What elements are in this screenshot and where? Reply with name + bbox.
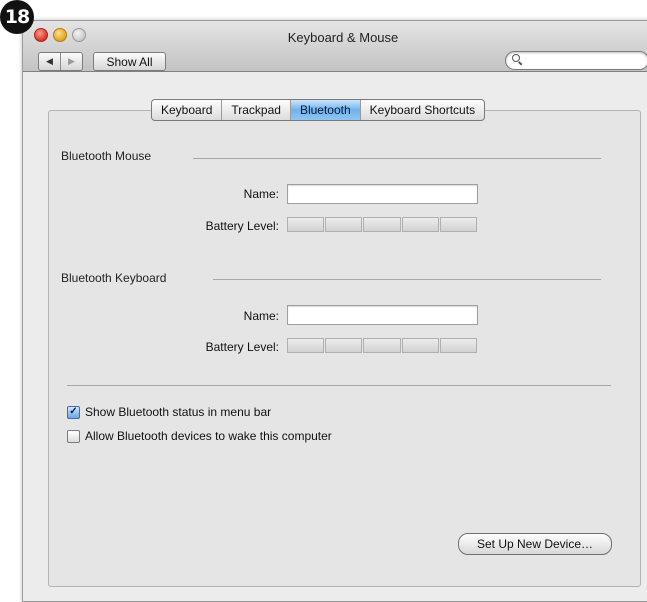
set-up-new-device-button[interactable]: Set Up New Device… [458,533,612,555]
keyboard-section-label: Bluetooth Keyboard [61,271,167,285]
keyboard-section-divider [213,279,601,280]
tab-bluetooth[interactable]: Bluetooth [289,100,360,120]
mouse-section-divider [193,158,601,159]
battery-cell [439,338,478,353]
battery-cell [363,217,401,232]
mouse-section-label: Bluetooth Mouse [61,149,152,163]
wake-computer-option[interactable]: Allow Bluetooth devices to wake this com… [67,429,332,443]
checkmark-icon: ✓ [69,406,78,417]
tab-keyboard-shortcuts[interactable]: Keyboard Shortcuts [359,100,484,120]
show-all-button[interactable]: Show All [93,52,166,71]
navigation-segmented-control: ◀ ▶ [38,52,83,71]
forward-arrow-icon[interactable]: ▶ [60,53,82,70]
mouse-name-field[interactable] [287,184,478,204]
tab-keyboard[interactable]: Keyboard [152,100,221,120]
battery-cell [325,338,363,353]
show-status-option[interactable]: ✓ Show Bluetooth status in menu bar [67,405,271,419]
mouse-battery-label: Battery Level: [205,219,279,233]
preference-tabs: Keyboard Trackpad Bluetooth Keyboard Sho… [151,99,486,121]
search-field[interactable] [505,51,647,70]
window-title: Keyboard & Mouse [287,30,399,45]
options-divider [67,385,611,386]
window-toolbar: Keyboard & Mouse ◀ ▶ Show All [23,21,647,72]
battery-cell [363,338,401,353]
keyboard-name-field[interactable] [287,305,478,325]
show-status-checkbox[interactable]: ✓ [67,405,80,419]
battery-cell [439,217,478,232]
battery-cell [325,217,363,232]
preferences-window: Keyboard & Mouse ◀ ▶ Show All Keyboard T… [22,20,647,602]
search-icon [512,54,520,62]
wake-computer-checkbox[interactable] [67,429,80,443]
tab-trackpad[interactable]: Trackpad [221,100,290,120]
show-status-label: Show Bluetooth status in menu bar [85,405,272,419]
keyboard-name-label: Name: [243,309,279,323]
battery-cell [401,217,439,232]
back-arrow-icon[interactable]: ◀ [39,53,60,70]
battery-cell [287,217,325,232]
keyboard-battery-meter [287,338,478,353]
step-number-badge: 18 [0,0,34,34]
keyboard-battery-label: Battery Level: [205,340,279,354]
battery-cell [287,338,325,353]
mouse-name-label: Name: [243,187,279,201]
wake-computer-label: Allow Bluetooth devices to wake this com… [85,429,332,443]
battery-cell [401,338,439,353]
mouse-battery-meter [287,217,478,232]
